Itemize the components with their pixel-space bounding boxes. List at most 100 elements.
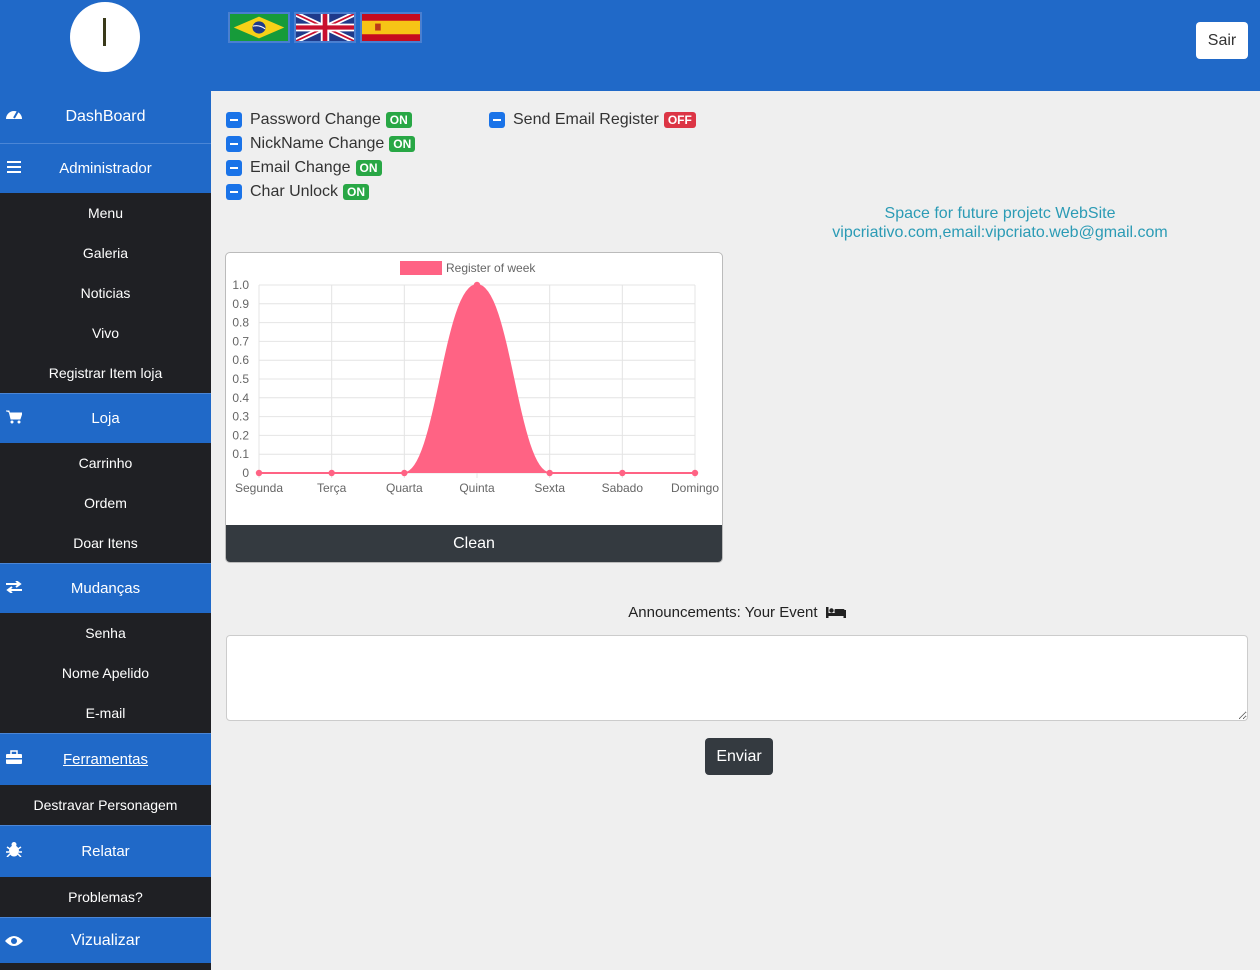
bug-icon — [5, 840, 23, 858]
status-badge: ON — [389, 136, 416, 152]
toggle-checkbox[interactable] — [489, 112, 505, 128]
sidebar-item-email[interactable]: E-mail — [0, 693, 211, 733]
y-tick-label: 1.0 — [232, 278, 249, 292]
toggle-label: Password Change — [250, 111, 381, 128]
promo-line-2: vipcriativo.com,email:vipcriato.web@gmai… — [832, 224, 1168, 241]
top-header: Sair — [0, 0, 1260, 91]
sidebar-item-doar-itens[interactable]: Doar Itens — [0, 523, 211, 563]
chart-card: 0 0.1 0.2 0.3 0.4 0.5 0.6 0.7 0.8 0.9 1.0 Segunda Te… — [225, 252, 723, 563]
data-point — [546, 469, 553, 477]
toggle-email-change: Email Change ON — [226, 156, 415, 180]
sidebar-section-relatar[interactable]: Relatar — [0, 825, 211, 877]
register-week-chart: 0 0.1 0.2 0.3 0.4 0.5 0.6 0.7 0.8 0.9 1.0 Segunda Te… — [232, 261, 719, 495]
sidebar-item-label: Vizualizar — [70, 931, 141, 949]
sidebar-section-loja[interactable]: Loja — [0, 393, 211, 443]
status-badge: ON — [385, 112, 412, 128]
logout-button[interactable]: Sair — [1196, 22, 1248, 59]
sidebar-item-registrar-item-loja[interactable]: Registrar Item loja — [0, 353, 211, 393]
announcement-textarea[interactable] — [226, 635, 1248, 721]
eye-icon — [5, 932, 23, 950]
sidebar-item-menu[interactable]: Menu — [0, 193, 211, 233]
logo-mark — [103, 18, 106, 46]
sidebar-section-administrador[interactable]: Administrador — [0, 143, 211, 193]
settings-toggles-left: Password Change ON NickName Change ON Em… — [226, 108, 416, 204]
sidebar-section-mudancas[interactable]: Mudanças — [0, 563, 211, 613]
sidebar-section-label: Mudanças — [70, 580, 141, 597]
sidebar-section-ferramentas[interactable]: Ferramentas — [0, 733, 211, 785]
status-badge: ON — [343, 184, 370, 200]
sidebar-section-label: Relatar — [81, 843, 130, 860]
sidebar: DashBoard Administrador Menu Galeria Not… — [0, 91, 211, 970]
sidebar-section-label: Loja — [91, 410, 120, 427]
y-tick-label: 0.7 — [232, 334, 249, 348]
site-logo[interactable] — [70, 2, 140, 72]
sidebar-item-dashboard[interactable]: DashBoard — [0, 91, 211, 143]
legend-swatch — [400, 261, 442, 275]
y-tick-label: 0.5 — [232, 372, 249, 386]
toggle-nickname-change: NickName Change ON — [226, 132, 416, 156]
y-tick-label: 0.8 — [232, 316, 249, 330]
promo-text: Space for future projetc WebSite vipcria… — [800, 204, 1200, 242]
sidebar-item-vizualizar[interactable]: Vizualizar — [0, 917, 211, 963]
toggle-label: Char Unlock — [250, 183, 339, 200]
y-tick-label: 0.4 — [232, 391, 249, 405]
submit-button[interactable]: Enviar — [705, 738, 773, 775]
toggle-checkbox[interactable] — [226, 136, 242, 152]
toggle-label: Email Change — [250, 159, 351, 176]
toggle-checkbox[interactable] — [226, 112, 242, 128]
sidebar-item-senha[interactable]: Senha — [0, 613, 211, 653]
x-tick-label: Sexta — [534, 481, 565, 495]
legend-label: Register of week — [446, 261, 536, 275]
chart-legend: Register of week — [400, 261, 536, 275]
toggle-label: NickName Change — [250, 135, 385, 152]
y-tick-label: 0.3 — [232, 410, 249, 424]
sidebar-item-vivo[interactable]: Vivo — [0, 313, 211, 353]
toggle-checkbox[interactable] — [226, 160, 242, 176]
toggle-label: Send Email Register — [513, 111, 659, 128]
announcements-label: Announcements: Your Event — [628, 604, 818, 621]
data-point — [691, 469, 699, 477]
promo-line-1: Space for future projetc WebSite — [884, 205, 1116, 222]
x-tick-label: Segunda — [235, 481, 283, 495]
exchange-arrows-icon — [5, 578, 23, 596]
language-flags — [228, 12, 422, 43]
settings-toggles-right: Send Email Register OFF — [489, 108, 696, 132]
toggle-send-email-register: Send Email Register OFF — [489, 108, 696, 132]
toggle-char-unlock: Char Unlock ON — [226, 180, 415, 204]
clean-button[interactable]: Clean — [226, 525, 722, 562]
data-point — [473, 281, 481, 289]
shopping-cart-icon — [5, 408, 23, 426]
y-tick-label: 0.6 — [232, 353, 249, 367]
flag-spain-icon[interactable] — [360, 12, 422, 43]
menu-bars-icon — [5, 158, 23, 176]
sidebar-item-destravar-personagem[interactable]: Destravar Personagem — [0, 785, 211, 825]
flag-uk-icon[interactable] — [294, 12, 356, 43]
sidebar-item-carrinho[interactable]: Carrinho — [0, 443, 211, 483]
sidebar-section-label: Ferramentas — [62, 751, 149, 768]
status-badge: ON — [355, 160, 382, 176]
sidebar-item-label: DashBoard — [65, 108, 146, 125]
data-point — [255, 469, 263, 477]
sidebar-item-ordem[interactable]: Ordem — [0, 483, 211, 523]
x-tick-label: Quinta — [459, 481, 495, 495]
dashboard-gauge-icon — [5, 105, 23, 123]
toggle-checkbox[interactable] — [226, 184, 242, 200]
x-tick-label: Quarta — [386, 481, 423, 495]
sidebar-item-galeria[interactable]: Galeria — [0, 233, 211, 273]
toggle-password-change: Password Change ON — [226, 108, 415, 132]
y-tick-label: 0.2 — [232, 428, 249, 442]
x-tick-label: Domingo — [671, 481, 719, 495]
sidebar-item-noticias[interactable]: Noticias — [0, 273, 211, 313]
sidebar-item-nome-apelido[interactable]: Nome Apelido — [0, 653, 211, 693]
flag-brazil-icon[interactable] — [228, 12, 290, 43]
sidebar-section-label: Administrador — [59, 160, 152, 177]
toolbox-icon — [5, 748, 23, 766]
data-point — [401, 469, 408, 477]
y-tick-label: 0.9 — [232, 297, 249, 311]
y-tick-label: 0.1 — [232, 447, 249, 461]
x-tick-label: Sabado — [602, 481, 644, 495]
y-tick-label: 0 — [242, 466, 249, 480]
announcements-heading: Announcements: Your Event — [226, 604, 1248, 621]
sidebar-item-problemas[interactable]: Problemas? — [0, 877, 211, 917]
bed-icon — [825, 605, 846, 618]
